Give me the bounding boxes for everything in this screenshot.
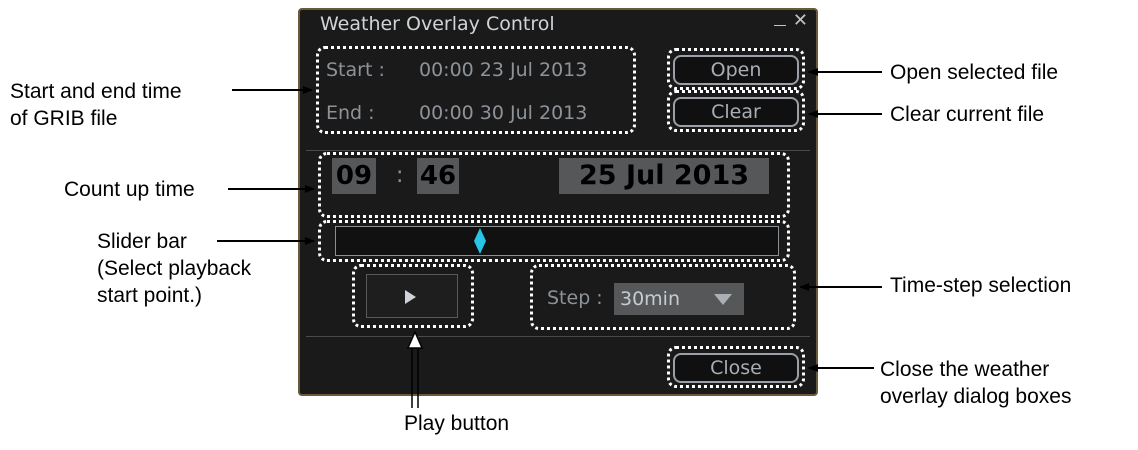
callout-arrows xyxy=(217,68,882,408)
arrow-play xyxy=(406,330,424,408)
